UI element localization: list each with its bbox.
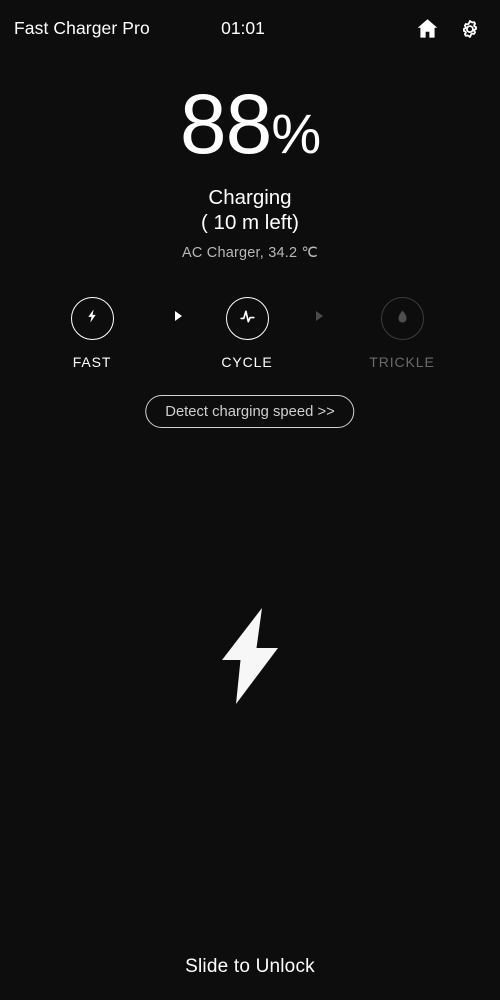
detect-charging-speed-button[interactable]: Detect charging speed >> (145, 395, 355, 428)
app-header: Fast Charger Pro (0, 0, 500, 57)
charging-mode-trickle[interactable]: TRICKLE (347, 297, 457, 370)
slide-to-unlock-label[interactable]: Slide to Unlock (0, 956, 500, 978)
charging-mode-row: FAST CYCLE TRICKLE (0, 297, 500, 372)
charging-mode-fast[interactable]: FAST (37, 297, 147, 370)
app-title: Fast Charger Pro (14, 18, 150, 38)
home-icon[interactable] (414, 16, 440, 42)
gear-icon[interactable] (456, 16, 482, 42)
cycle-mode-circle (225, 297, 269, 340)
cycle-mode-label: CYCLE (221, 354, 273, 370)
charging-mode-cycle[interactable]: CYCLE (192, 297, 302, 370)
battery-percentage-value: 88 (179, 77, 272, 171)
battery-percentage: 88% (0, 82, 500, 166)
lightning-bolt-icon (84, 308, 100, 329)
trickle-mode-circle (380, 297, 424, 340)
water-droplet-icon (395, 309, 410, 329)
header-icon-group (414, 16, 482, 42)
charging-status: Charging (208, 186, 292, 209)
battery-percentage-sign: % (271, 102, 321, 165)
chevron-right-icon-2 (316, 311, 323, 321)
chevron-right-icon-1 (175, 311, 182, 321)
charger-source-and-temperature: AC Charger, 34.2 ℃ (182, 245, 318, 261)
fast-mode-label: FAST (72, 354, 112, 370)
charging-time-left: ( 10 m left) (201, 211, 299, 234)
pulse-wave-icon (238, 307, 257, 331)
lightning-bolt-icon-large (220, 608, 280, 704)
charging-status-block: Charging ( 10 m left) AC Charger, 34.2 ℃ (0, 185, 500, 261)
trickle-mode-label: TRICKLE (369, 354, 435, 370)
fast-mode-circle (70, 297, 114, 340)
